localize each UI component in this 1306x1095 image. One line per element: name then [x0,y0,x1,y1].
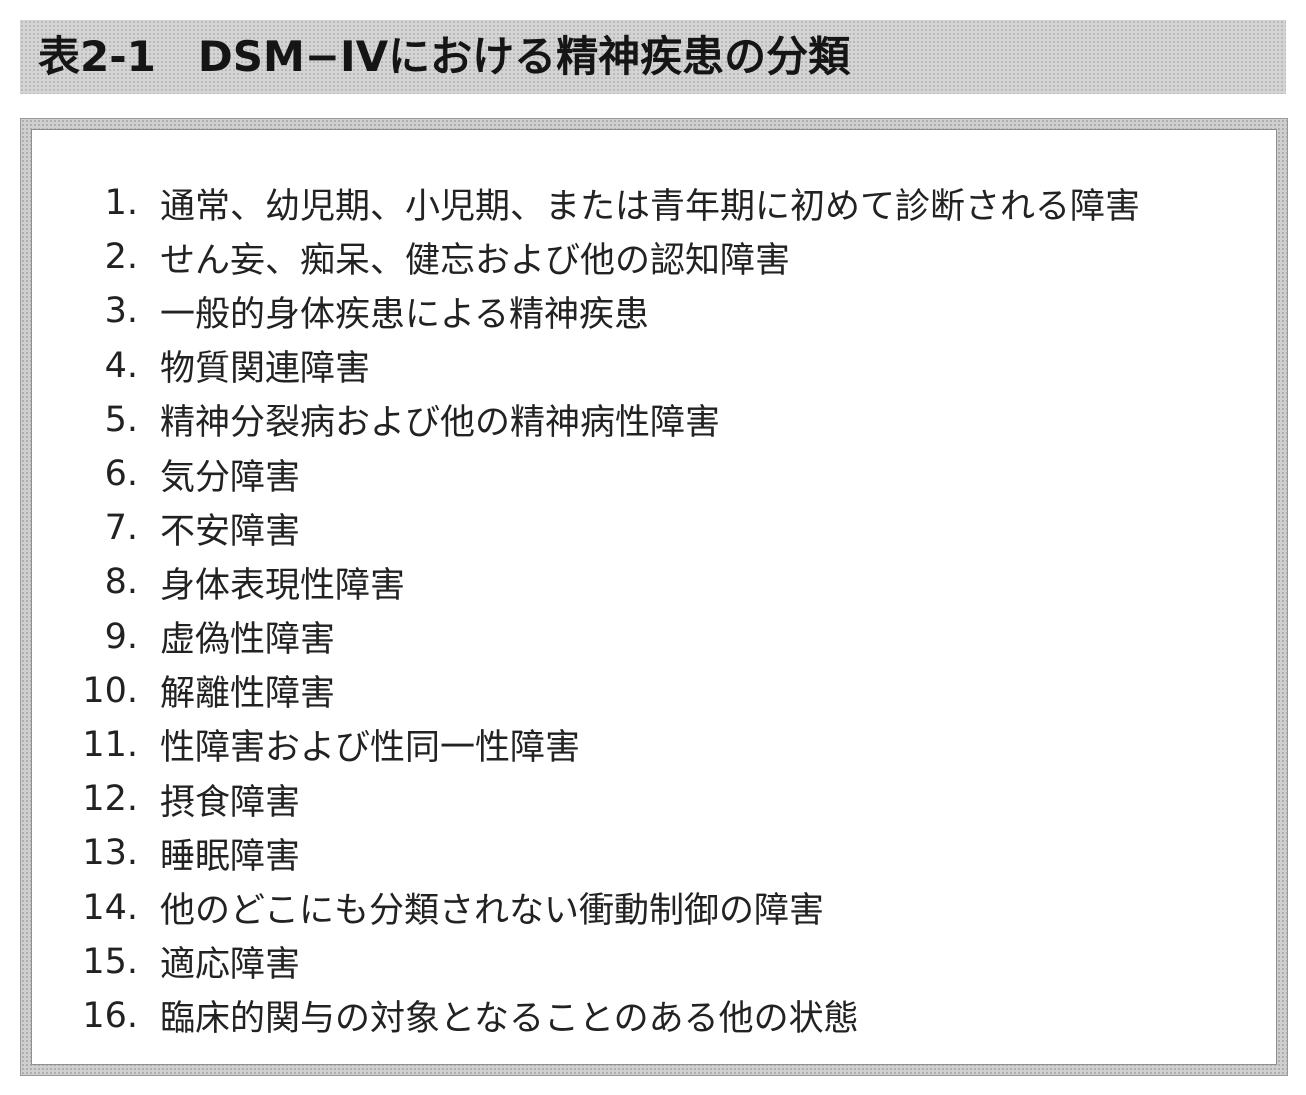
item-text: 通常、幼児期、小児期、または青年期に初めて診断される障害 [160,186,1141,227]
list-item: 4. 物質関連障害 [32,339,1140,393]
list-item: 8. 身体表現性障害 [32,555,1140,609]
item-text: せん妄、痴呆、健忘および他の認知障害 [160,240,791,281]
item-text: 身体表現性障害 [160,565,406,606]
table-title-bar: 表2-1 DSM−IVにおける精神疾患の分類 [20,20,1286,94]
item-number: 11. [82,724,138,765]
item-text: 不安障害 [160,511,301,552]
item-text: 虚偽性障害 [160,620,336,661]
item-text: 他のどこにも分類されない衝動制御の障害 [160,891,824,932]
list-item: 10. 解離性障害 [32,664,1140,718]
classification-list: 1. 通常、幼児期、小児期、または青年期に初めて診断される障害 2. せん妄、痴呆、… [32,176,1140,1043]
item-text: 性障害および性同一性障害 [160,728,581,769]
list-item: 15. 適応障害 [32,935,1140,989]
list-item: 6. 気分障害 [32,447,1140,501]
item-number: 5. [104,399,138,440]
item-text: 摂食障害 [160,782,301,823]
item-number: 6. [104,454,138,495]
item-number: 3. [104,291,138,332]
item-number: 16. [82,995,138,1036]
list-item: 7. 不安障害 [32,501,1140,555]
list-item: 2. せん妄、痴呆、健忘および他の認知障害 [32,230,1140,284]
list-item: 13. 睡眠障害 [32,826,1140,880]
list-item: 12. 摂食障害 [32,772,1140,826]
list-item: 14. 他のどこにも分類されない衝動制御の障害 [32,880,1140,934]
item-number: 14. [82,887,138,928]
list-item: 5. 精神分裂病および他の精神病性障害 [32,393,1140,447]
list-item: 11. 性障害および性同一性障害 [32,718,1140,772]
list-item: 9. 虚偽性障害 [32,610,1140,664]
item-number: 2. [104,237,138,278]
item-number: 1. [104,183,138,224]
item-number: 4. [104,345,138,386]
list-item: 16. 臨床的関与の対象となることのある他の状態 [32,989,1140,1043]
item-number: 10. [82,670,138,711]
table-title: 表2-1 DSM−IVにおける精神疾患の分類 [38,32,851,81]
classification-panel: 1. 通常、幼児期、小児期、または青年期に初めて診断される障害 2. せん妄、痴呆、… [31,129,1277,1065]
item-number: 7. [104,508,138,549]
item-number: 8. [104,562,138,603]
item-number: 12. [82,779,138,820]
list-item: 1. 通常、幼児期、小児期、または青年期に初めて診断される障害 [32,176,1140,230]
list-item: 3. 一般的身体疾患による精神疾患 [32,284,1140,338]
item-number: 15. [82,941,138,982]
item-text: 一般的身体疾患による精神疾患 [160,294,649,335]
item-text: 解離性障害 [160,674,336,715]
item-text: 適応障害 [160,945,301,986]
item-text: 気分障害 [160,457,301,498]
classification-frame: 1. 通常、幼児期、小児期、または青年期に初めて診断される障害 2. せん妄、痴呆、… [20,118,1288,1076]
item-number: 9. [104,616,138,657]
item-text: 睡眠障害 [160,836,301,877]
item-text: 物質関連障害 [160,349,371,390]
item-text: 精神分裂病および他の精神病性障害 [160,403,721,444]
item-number: 13. [82,833,138,874]
item-text: 臨床的関与の対象となることのある他の状態 [160,999,859,1040]
